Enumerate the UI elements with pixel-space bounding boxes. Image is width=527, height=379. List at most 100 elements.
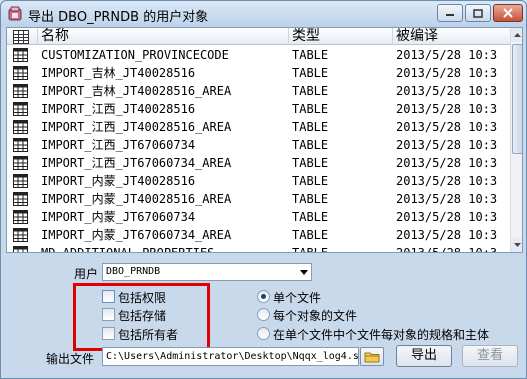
row-type: TABLE (292, 246, 329, 253)
row-compiled-date: 2013/5/28 10:3 (396, 210, 498, 224)
spec-body-per-object-radio[interactable] (257, 327, 270, 340)
table-icon (13, 48, 28, 62)
row-type: TABLE (292, 192, 329, 206)
row-name: IMPORT_江西_JT40028516 (41, 102, 196, 116)
scrollbar-thumb[interactable] (512, 44, 522, 154)
column-header-type[interactable]: 类型 (289, 28, 393, 45)
table-row[interactable]: MD_ADDITIONAL_PROPERTIES TABLE 2013/5/28 1… (7, 244, 510, 253)
single-file-radio[interactable] (257, 290, 270, 303)
spec-body-per-object-label[interactable]: 在单个文件中个文件每对象的规格和主体 (273, 326, 489, 343)
row-compiled-date: 2013/5/28 10:3 (396, 228, 498, 242)
vertical-scrollbar[interactable] (510, 28, 522, 252)
output-path-field[interactable]: C:\Users\Administrator\Desktop\Nqqx_log4… (102, 347, 359, 366)
row-name: IMPORT_江西_JT40028516_AREA (41, 120, 232, 134)
row-type: TABLE (292, 138, 329, 152)
column-header-compiled[interactable]: 被编译 (393, 28, 522, 45)
table-row[interactable]: IMPORT_内蒙_JT67060734_AREA TABLE 2013/5/28 … (7, 226, 510, 244)
close-button[interactable] (493, 4, 523, 22)
title-bar[interactable]: 导出 DBO_PRNDB 的用户对象 (1, 1, 526, 27)
table-row[interactable]: IMPORT_吉林_JT40028516 TABLE 2013/5/28 10:3 (7, 64, 510, 82)
row-compiled-date: 2013/5/28 10:3 (396, 66, 498, 80)
column-header-name[interactable]: 名称 (38, 28, 289, 45)
include-owner-checkbox[interactable] (102, 327, 115, 340)
user-select[interactable]: DBO_PRNDB (102, 263, 312, 281)
row-compiled-date: 2013/5/28 10:3 (396, 192, 498, 206)
table-icon (13, 192, 28, 206)
app-icon (8, 6, 22, 21)
row-name: IMPORT_内蒙_JT40028516 (41, 174, 196, 188)
table-icon (13, 228, 28, 242)
minimize-icon (446, 14, 454, 16)
table-icon (13, 156, 28, 170)
table-icon (13, 120, 28, 134)
table-row[interactable]: IMPORT_江西_JT40028516 TABLE 2013/5/28 10:3 (7, 100, 510, 118)
row-compiled-date: 2013/5/28 10:3 (396, 174, 498, 188)
scroll-down-button[interactable] (511, 238, 522, 252)
row-name: CUSTOMIZATION_PROVINCECODE (41, 48, 229, 62)
table-icon (13, 102, 28, 116)
row-type: TABLE (292, 120, 329, 134)
file-per-object-label[interactable]: 每个对象的文件 (273, 307, 357, 324)
row-compiled-date: 2013/5/28 10:3 (396, 48, 498, 62)
table-row[interactable]: IMPORT_内蒙_JT67060734 TABLE 2013/5/28 10:3 (7, 208, 510, 226)
export-button[interactable]: 导出 (396, 345, 452, 367)
row-type: TABLE (292, 66, 329, 80)
row-type: TABLE (292, 228, 329, 242)
single-file-label[interactable]: 单个文件 (273, 289, 321, 306)
row-name: IMPORT_江西_JT67060734_AREA (41, 156, 232, 170)
row-type: TABLE (292, 210, 329, 224)
file-per-object-radio[interactable] (257, 308, 270, 321)
include-privileges-label[interactable]: 包括权限 (118, 289, 166, 306)
table-row[interactable]: IMPORT_江西_JT67060734 TABLE 2013/5/28 10:3 (7, 136, 510, 154)
table-row[interactable]: IMPORT_江西_JT67060734_AREA TABLE 2013/5/28 … (7, 154, 510, 172)
row-compiled-date: 2013/5/28 10:3 (396, 246, 498, 253)
row-name: IMPORT_吉林_JT40028516_AREA (41, 84, 232, 98)
include-storage-label[interactable]: 包括存储 (118, 307, 166, 324)
row-name: IMPORT_内蒙_JT40028516_AREA (41, 192, 232, 206)
table-row[interactable]: IMPORT_内蒙_JT40028516_AREA TABLE 2013/5/28 … (7, 190, 510, 208)
scroll-up-button[interactable] (511, 28, 522, 42)
row-type: TABLE (292, 156, 329, 170)
row-type: TABLE (292, 48, 329, 62)
table-icon (13, 138, 28, 152)
table-row[interactable]: IMPORT_吉林_JT40028516_AREA TABLE 2013/5/28 … (7, 82, 510, 100)
minimize-button[interactable] (437, 4, 463, 22)
table-icon (13, 84, 28, 98)
browse-folder-button[interactable] (360, 347, 384, 366)
include-privileges-checkbox[interactable] (102, 290, 115, 303)
table-icon (13, 174, 28, 188)
row-compiled-date: 2013/5/28 10:3 (396, 138, 498, 152)
table-icon (13, 246, 28, 252)
chevron-up-icon (514, 33, 521, 37)
row-name: IMPORT_江西_JT67060734 (41, 138, 196, 152)
table-row[interactable]: IMPORT_内蒙_JT40028516 TABLE 2013/5/28 10:3 (7, 172, 510, 190)
row-compiled-date: 2013/5/28 10:3 (396, 84, 498, 98)
table-icon (13, 30, 29, 44)
chevron-down-icon (514, 243, 521, 247)
include-storage-checkbox[interactable] (102, 308, 115, 321)
window-title: 导出 DBO_PRNDB 的用户对象 (28, 10, 209, 25)
row-type: TABLE (292, 102, 329, 116)
maximize-button[interactable] (465, 4, 491, 22)
table-row[interactable]: IMPORT_江西_JT40028516_AREA TABLE 2013/5/28 … (7, 118, 510, 136)
row-compiled-date: 2013/5/28 10:3 (396, 102, 498, 116)
row-compiled-date: 2013/5/28 10:3 (396, 120, 498, 134)
table-row[interactable]: CUSTOMIZATION_PROVINCECODE TABLE 2013/5/28… (7, 46, 510, 64)
list-header: 名称 类型 被编译 (7, 28, 510, 45)
view-button[interactable]: 查看 (462, 345, 518, 367)
folder-icon (364, 352, 380, 363)
user-label: 用户 (74, 267, 99, 281)
maximize-icon (473, 8, 483, 18)
include-owner-label[interactable]: 包括所有者 (118, 326, 178, 343)
object-list[interactable]: 名称 类型 被编译 CUSTOMIZATION_PROVINCECODE TABL… (6, 27, 523, 253)
list-rows: CUSTOMIZATION_PROVINCECODE TABLE 2013/5/28… (7, 46, 510, 253)
row-name: MD_ADDITIONAL_PROPERTIES (41, 246, 215, 253)
row-name: IMPORT_内蒙_JT67060734_AREA (41, 228, 232, 242)
export-dialog: 导出 DBO_PRNDB 的用户对象 名称 类型 被编译 CUSTOMIZATI… (0, 0, 527, 379)
row-type: TABLE (292, 84, 329, 98)
row-name: IMPORT_吉林_JT40028516 (41, 66, 196, 80)
output-file-label: 输出文件 (46, 352, 95, 366)
column-header-icon[interactable] (7, 28, 38, 45)
table-icon (13, 210, 28, 224)
close-icon (503, 8, 513, 18)
